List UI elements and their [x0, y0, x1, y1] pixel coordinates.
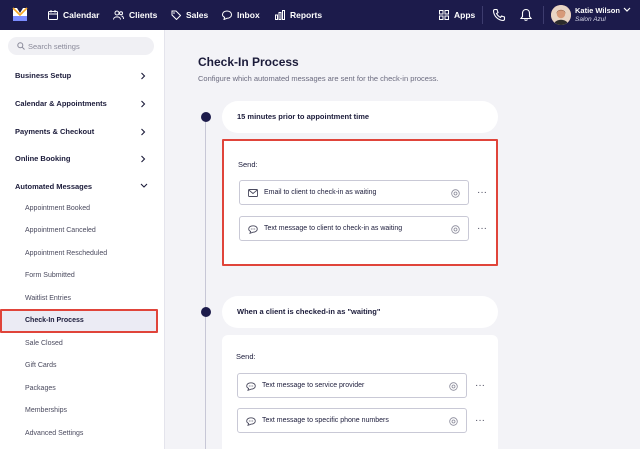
user-name[interactable]: Katie Wilson — [575, 6, 620, 15]
user-business-name: Salon Azul — [575, 16, 606, 23]
app-logo-icon[interactable] — [12, 7, 28, 22]
message-label: Text message to client to check-in as wa… — [264, 225, 403, 232]
nav-clients-label: Clients — [129, 10, 158, 20]
sms-icon — [248, 225, 258, 234]
sidebar-item-online-booking[interactable]: Online Booking — [15, 154, 70, 163]
send-label: Send: — [238, 160, 258, 169]
info-icon[interactable] — [451, 225, 460, 234]
more-options-button[interactable]: ··· — [474, 416, 486, 428]
sidebar-subitem-sale-closed[interactable]: Sale Closed — [25, 340, 63, 347]
apps-grid-icon — [439, 10, 449, 20]
settings-sidebar: Business Setup Calendar & Appointments P… — [0, 30, 165, 449]
sidebar-item-payments-checkout[interactable]: Payments & Checkout — [15, 127, 94, 136]
sidebar-subitem-gift-cards[interactable]: Gift Cards — [25, 362, 57, 369]
message-row-sms[interactable]: Text message to specific phone numbers — [237, 408, 467, 433]
chevron-down-icon[interactable] — [623, 7, 631, 13]
top-navigation-bar: Calendar Clients Sales Inbox Reports App… — [0, 0, 640, 30]
nav-calendar-label: Calendar — [63, 10, 100, 20]
more-options-button[interactable]: ··· — [474, 381, 486, 393]
sidebar-subitem-advanced-settings[interactable]: Advanced Settings — [25, 430, 83, 437]
bell-icon[interactable] — [519, 8, 533, 22]
message-row-email[interactable]: Email to client to check-in as waiting — [239, 180, 469, 205]
info-icon[interactable] — [449, 417, 458, 426]
sidebar-subitem-packages[interactable]: Packages — [25, 385, 56, 392]
sidebar-subitem-appointment-canceled[interactable]: Appointment Canceled — [25, 227, 96, 234]
send-label: Send: — [236, 352, 256, 361]
chevron-right-icon[interactable] — [140, 72, 146, 80]
step-trigger-label: When a client is checked-in as "waiting" — [237, 307, 381, 316]
step-trigger-label: 15 minutes prior to appointment time — [237, 112, 370, 121]
nav-divider — [482, 6, 483, 24]
nav-sales[interactable]: Sales — [171, 0, 208, 30]
phone-icon[interactable] — [492, 8, 506, 22]
send-messages-card: Send: Email to client to check-in as wai… — [222, 139, 498, 266]
timeline-dot — [201, 112, 211, 122]
nav-clients[interactable]: Clients — [113, 0, 157, 30]
nav-calendar[interactable]: Calendar — [48, 0, 99, 30]
nav-apps-label: Apps — [454, 10, 476, 20]
search-input[interactable] — [28, 39, 148, 53]
calendar-icon — [48, 10, 58, 20]
message-row-sms[interactable]: Text message to service provider — [237, 373, 467, 398]
sidebar-item-calendar-appointments[interactable]: Calendar & Appointments — [15, 99, 107, 108]
nav-reports[interactable]: Reports — [275, 0, 322, 30]
sidebar-subitem-memberships[interactable]: Memberships — [25, 407, 67, 414]
sidebar-subitem-check-in-process[interactable]: Check-In Process — [25, 317, 84, 324]
more-options-button[interactable]: ··· — [476, 224, 488, 236]
email-icon — [248, 189, 258, 197]
nav-divider — [543, 6, 544, 24]
nav-inbox-label: Inbox — [237, 10, 260, 20]
sidebar-subitem-form-submitted[interactable]: Form Submitted — [25, 272, 75, 279]
message-label: Text message to service provider — [262, 382, 365, 389]
sidebar-subitem-appointment-rescheduled[interactable]: Appointment Rescheduled — [25, 250, 107, 257]
timeline-line — [205, 118, 206, 449]
reports-icon — [275, 10, 285, 20]
nav-apps[interactable]: Apps — [439, 0, 475, 30]
chat-icon — [222, 10, 232, 20]
message-label: Text message to specific phone numbers — [262, 417, 389, 424]
message-label: Email to client to check-in as waiting — [264, 189, 377, 196]
clients-icon — [113, 10, 124, 20]
info-icon[interactable] — [451, 189, 460, 198]
info-icon[interactable] — [449, 382, 458, 391]
search-icon — [17, 42, 25, 50]
user-photo — [551, 5, 571, 25]
sidebar-item-business-setup[interactable]: Business Setup — [15, 71, 71, 80]
tag-icon — [171, 10, 181, 20]
page-description: Configure which automated messages are s… — [198, 74, 439, 83]
message-row-sms[interactable]: Text message to client to check-in as wa… — [239, 216, 469, 241]
more-options-button[interactable]: ··· — [476, 188, 488, 200]
user-avatar[interactable] — [551, 5, 571, 25]
sidebar-subitem-waitlist-entries[interactable]: Waitlist Entries — [25, 295, 71, 302]
send-messages-card: Send: Text message to service provider ·… — [222, 335, 498, 449]
step-trigger-card: When a client is checked-in as "waiting" — [222, 296, 498, 328]
sidebar-subitem-appointment-booked[interactable]: Appointment Booked — [25, 205, 90, 212]
nav-inbox[interactable]: Inbox — [222, 0, 260, 30]
nav-sales-label: Sales — [186, 10, 209, 20]
sidebar-item-automated-messages[interactable]: Automated Messages — [15, 182, 92, 191]
step-trigger-card: 15 minutes prior to appointment time — [222, 101, 498, 133]
chevron-right-icon[interactable] — [140, 100, 146, 108]
sms-icon — [246, 417, 256, 426]
chevron-right-icon[interactable] — [140, 128, 146, 136]
timeline-dot — [201, 307, 211, 317]
chevron-right-icon[interactable] — [140, 155, 146, 163]
sms-icon — [246, 382, 256, 391]
nav-reports-label: Reports — [290, 10, 323, 20]
page-title: Check-In Process — [198, 55, 299, 69]
chevron-down-icon[interactable] — [140, 183, 148, 189]
settings-search[interactable] — [8, 37, 154, 55]
